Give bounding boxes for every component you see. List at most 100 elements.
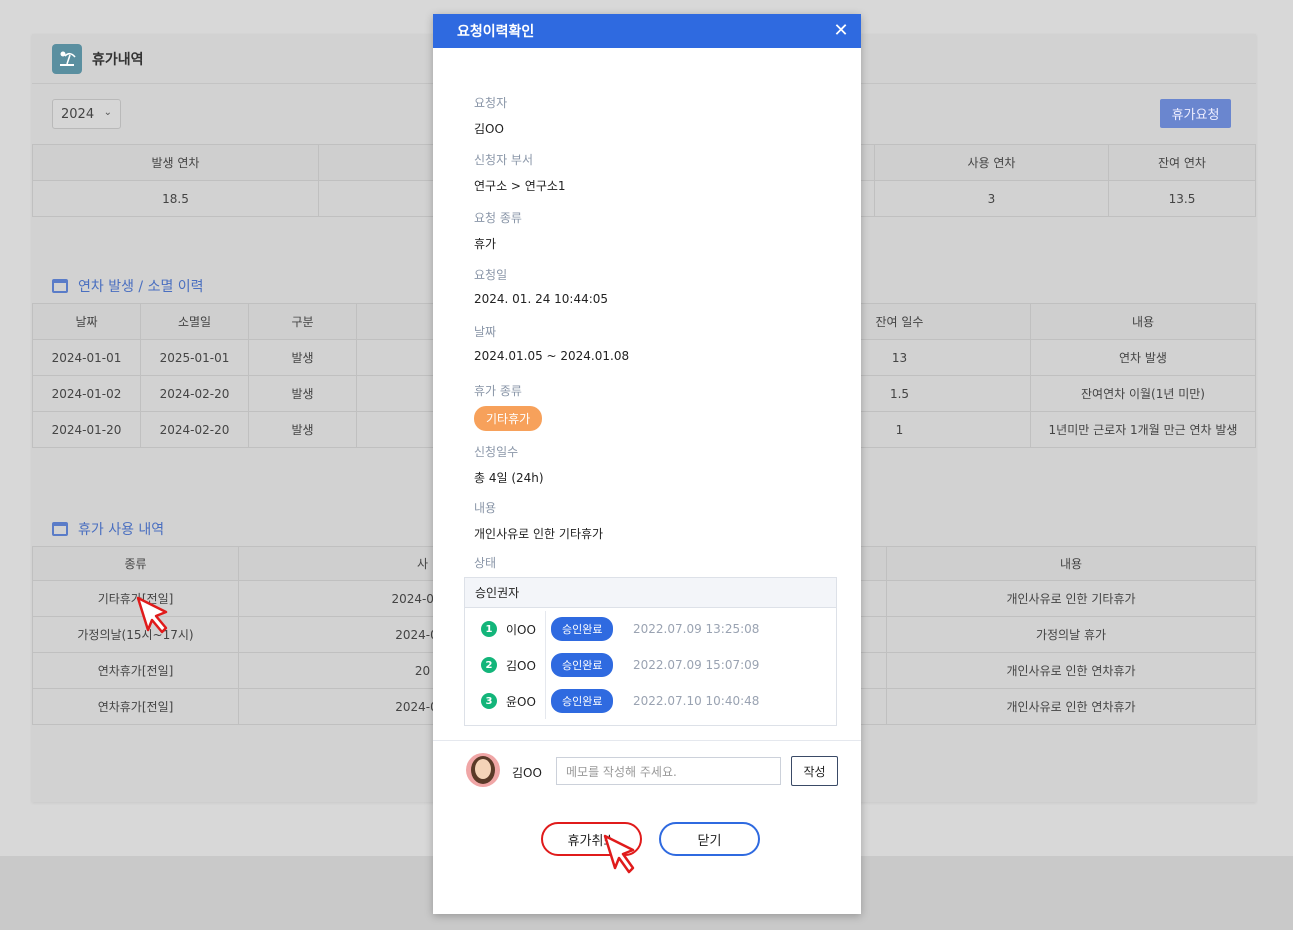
field-label: 날짜: [474, 325, 497, 339]
avatar: [466, 753, 500, 787]
leave-request-button[interactable]: 휴가요청: [1160, 99, 1231, 128]
date-range-field: 날짜 2024.01.05 ~ 2024.01.08: [474, 323, 629, 363]
table-cell: 잔여연차 이월(1년 미만): [1030, 375, 1256, 412]
table-header: 구분: [248, 303, 357, 340]
approver-name: 김OO: [506, 658, 536, 673]
request-history-modal: 요청이력확인 ✕ 요청자 김OO 신청자 부서 연구소 > 연구소1 요청 종류…: [433, 14, 861, 914]
table-cell: 발생: [248, 375, 357, 412]
table-cell: 연차 발생: [1030, 339, 1256, 376]
approver-row: 3 윤OO 승인완료 2022.07.10 10:40:48: [465, 683, 836, 719]
days-field: 신청일수 총 4일 (24h): [474, 443, 544, 486]
divider: [545, 683, 546, 719]
usage-section-title: 휴가 사용 내역: [52, 519, 164, 539]
step-number-badge: 2: [481, 657, 497, 673]
table-cell: 1년미만 근로자 1개월 만근 연차 발생: [1030, 411, 1256, 448]
table-cell: 가정의날 휴가: [886, 616, 1256, 653]
approval-datetime: 2022.07.09 13:25:08: [633, 622, 760, 636]
table-cell: 개인사유로 인한 연차휴가: [886, 688, 1256, 725]
table-cell: 개인사유로 인한 기타휴가: [886, 580, 1256, 617]
table-header: 발생 연차: [32, 144, 319, 181]
table-cell: 발생: [248, 411, 357, 448]
status-badge: 승인완료: [551, 617, 614, 641]
table-header: 잔여 연차: [1108, 144, 1256, 181]
beach-icon: [52, 43, 82, 74]
cursor-pointer-icon: [603, 834, 635, 874]
table-cell: 2024-02-20: [140, 375, 249, 412]
field-value: 총 4일 (24h): [474, 471, 544, 485]
field-label: 신청자 부서: [474, 153, 534, 167]
table-header: 사용 연차: [874, 144, 1109, 181]
step-number-badge: 3: [481, 693, 497, 709]
close-icon[interactable]: ✕: [831, 20, 851, 41]
requester-field: 요청자 김OO: [474, 94, 507, 137]
avatar-face: [475, 759, 491, 779]
table-header: 내용: [1030, 303, 1256, 340]
table-cell[interactable]: 연차휴가[전일]: [32, 652, 239, 689]
modal-title: 요청이력확인: [457, 24, 535, 40]
chevron-down-icon: ⌄: [103, 107, 112, 118]
status-field: 상태: [474, 554, 496, 571]
field-label: 신청일수: [474, 445, 519, 459]
divider: [545, 611, 546, 647]
field-value: 연구소 > 연구소1: [474, 179, 566, 193]
field-value: 개인사유로 인한 기타휴가: [474, 527, 604, 541]
table-cell: 2025-01-01: [140, 339, 249, 376]
field-label: 요청 종류: [474, 211, 522, 225]
table-header: 날짜: [32, 303, 141, 340]
page-title: 휴가내역: [92, 51, 144, 68]
table-cell: 18.5: [32, 180, 319, 217]
field-label: 요청자: [474, 96, 508, 110]
table-header: 소멸일: [140, 303, 249, 340]
table-header: 내용: [886, 546, 1256, 581]
approval-datetime: 2022.07.10 10:40:48: [633, 694, 760, 708]
field-label: 내용: [474, 501, 497, 515]
approver-name: 윤OO: [506, 694, 536, 709]
table-cell: 2024-02-20: [140, 411, 249, 448]
field-value: 휴가: [474, 237, 497, 251]
table-cell: 2024-01-20: [32, 411, 141, 448]
leave-type-field: 휴가 종류 기타휴가: [474, 382, 543, 431]
table-cell: 발생: [248, 339, 357, 376]
history-section-title: 연차 발생 / 소멸 이력: [52, 276, 204, 296]
cursor-pointer-icon: [136, 596, 168, 634]
approver-row: 1 이OO 승인완료 2022.07.09 13:25:08: [465, 611, 836, 647]
history-title-text: 연차 발생 / 소멸 이력: [78, 279, 204, 295]
approver-header: 승인권자: [465, 578, 836, 608]
table-cell[interactable]: 연차휴가[전일]: [32, 688, 239, 725]
table-header: 종류: [32, 546, 239, 581]
dept-field: 신청자 부서 연구소 > 연구소1: [474, 151, 566, 194]
field-value: 김OO: [474, 122, 504, 136]
field-label: 요청일: [474, 268, 508, 282]
field-label: 상태: [474, 556, 497, 570]
table-cell: 2024-01-02: [32, 375, 141, 412]
close-button[interactable]: 닫기: [659, 822, 760, 856]
status-badge: 승인완료: [551, 653, 614, 677]
calendar-icon: [52, 279, 68, 293]
usage-title-text: 휴가 사용 내역: [78, 522, 165, 538]
table-cell: 2024-01-01: [32, 339, 141, 376]
divider: [545, 647, 546, 683]
memo-submit-button[interactable]: 작성: [791, 756, 838, 786]
year-value: 2024: [61, 106, 95, 122]
table-cell: 13.5: [1108, 180, 1256, 217]
field-value: 2024. 01. 24 10:44:05: [474, 292, 609, 306]
calendar-icon: [52, 522, 68, 536]
approver-row: 2 김OO 승인완료 2022.07.09 15:07:09: [465, 647, 836, 683]
approval-datetime: 2022.07.09 15:07:09: [633, 658, 760, 672]
field-label: 휴가 종류: [474, 384, 522, 398]
approver-name: 이OO: [506, 622, 536, 637]
content-field: 내용 개인사유로 인한 기타휴가: [474, 499, 603, 542]
table-cell: 개인사유로 인한 연차휴가: [886, 652, 1256, 689]
year-select[interactable]: 2024 ⌄: [52, 99, 121, 129]
leave-type-badge: 기타휴가: [474, 406, 543, 431]
modal-header: 요청이력확인 ✕: [433, 14, 861, 48]
field-value: 2024.01.05 ~ 2024.01.08: [474, 349, 630, 363]
memo-input[interactable]: 메모를 작성해 주세요.: [556, 757, 781, 785]
status-badge: 승인완료: [551, 689, 614, 713]
approver-list: 승인권자 1 이OO 승인완료 2022.07.09 13:25:08 2 김O…: [464, 577, 837, 726]
step-number-badge: 1: [481, 621, 497, 637]
memo-author-name: 김OO: [512, 766, 542, 780]
request-date-field: 요청일 2024. 01. 24 10:44:05: [474, 266, 608, 306]
divider: [433, 740, 861, 741]
table-cell: 3: [874, 180, 1109, 217]
